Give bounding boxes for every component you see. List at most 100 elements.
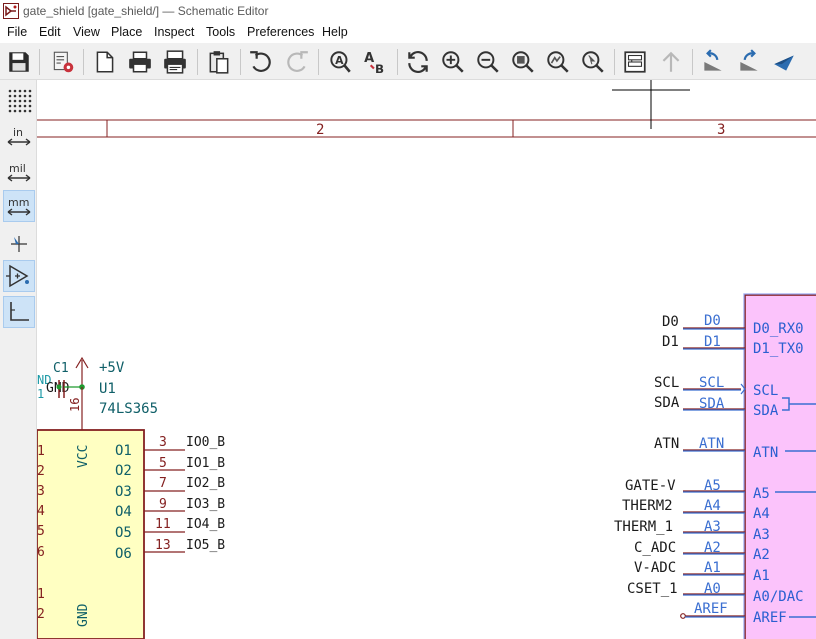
grid-toggle-button[interactable] bbox=[3, 84, 35, 116]
plot-button[interactable] bbox=[160, 47, 190, 77]
u1-output-net-label: IO5_B bbox=[186, 538, 225, 553]
zoom-in-button[interactable] bbox=[438, 47, 468, 77]
u1-output-pin-number: 3 bbox=[159, 435, 167, 450]
net-label: SDA bbox=[699, 396, 725, 412]
leave-sheet-button[interactable] bbox=[656, 47, 686, 77]
u1-left-pin-number: 6 bbox=[37, 545, 45, 560]
mirror-button[interactable] bbox=[769, 47, 799, 77]
units-mils-button[interactable]: mil bbox=[3, 156, 35, 188]
zoom-out-button[interactable] bbox=[473, 47, 503, 77]
menu-help[interactable]: Help bbox=[322, 25, 348, 39]
menu-file[interactable]: File bbox=[7, 25, 27, 39]
connector-pin-name: A1 bbox=[753, 568, 770, 584]
line-mode-button[interactable] bbox=[3, 296, 35, 328]
u1-output-pin-name: O3 bbox=[115, 484, 132, 500]
highlight-pins-button[interactable] bbox=[3, 260, 35, 292]
menu-bar: File Edit View Place Inspect Tools Prefe… bbox=[0, 23, 816, 43]
u1-left-pin-number: 2 bbox=[37, 607, 45, 622]
zoom-objects-button[interactable] bbox=[543, 47, 573, 77]
cursor-style-button[interactable] bbox=[3, 228, 35, 260]
svg-text:A: A bbox=[335, 54, 344, 67]
undo-icon bbox=[250, 51, 271, 72]
rotate-cw-button[interactable] bbox=[734, 47, 764, 77]
paste-icon bbox=[209, 51, 229, 74]
connector-pin-name: A4 bbox=[753, 506, 770, 522]
rotate-ccw-icon bbox=[704, 49, 722, 71]
connector-pin-name: SDA bbox=[753, 403, 779, 419]
partial-pin-text: 1 bbox=[37, 387, 44, 401]
menu-inspect[interactable]: Inspect bbox=[154, 25, 194, 39]
menu-edit[interactable]: Edit bbox=[39, 25, 61, 39]
refresh-button[interactable] bbox=[403, 47, 433, 77]
hierarchy-navigator-button[interactable] bbox=[620, 47, 650, 77]
net-label: A4 bbox=[704, 498, 721, 514]
net-label: A0 bbox=[704, 581, 721, 597]
u1-output-pin-number: 5 bbox=[159, 456, 167, 471]
ic-u1[interactable]: U1 74LS365 16 VCC GND 1 2 3 4 5 6 1 2 O1… bbox=[37, 381, 225, 639]
zoom-fit-button[interactable] bbox=[508, 47, 538, 77]
connector-pin-name: A2 bbox=[753, 547, 770, 563]
schematic-setup-button[interactable] bbox=[48, 47, 78, 77]
connector-pin-name: A0/DAC bbox=[753, 589, 804, 605]
u1-left-pin-number: 2 bbox=[37, 464, 45, 479]
refresh-icon bbox=[408, 51, 428, 73]
find-replace-icon: AB bbox=[364, 51, 384, 75]
save-button[interactable] bbox=[4, 47, 34, 77]
connector-pin-name: AREF bbox=[753, 610, 787, 626]
connector-pin-name: D1_TX0 bbox=[753, 341, 804, 357]
crosshair-cursor-icon bbox=[11, 236, 27, 252]
net-label: D1 bbox=[704, 334, 721, 350]
svg-text:A: A bbox=[364, 51, 374, 66]
find-button[interactable]: A bbox=[325, 47, 355, 77]
print-button[interactable] bbox=[125, 47, 155, 77]
leave-sheet-icon bbox=[662, 51, 680, 72]
u1-output-net-label: IO2_B bbox=[186, 476, 225, 491]
connector-pin-name: A5 bbox=[753, 486, 770, 502]
border-column-label: 3 bbox=[717, 122, 725, 138]
millimeters-icon: mm bbox=[7, 196, 31, 216]
net-signal-name: V-ADC bbox=[634, 560, 676, 576]
net-label: A2 bbox=[704, 540, 721, 556]
zoom-objects-icon bbox=[547, 51, 569, 73]
sheet-border: 2 3 bbox=[37, 119, 816, 138]
window-title: gate_shield [gate_shield/] — Schematic E… bbox=[23, 4, 269, 18]
schematic-canvas[interactable]: 2 3 ND 1 C1 GND +5V U1 7 bbox=[37, 80, 816, 639]
zoom-selection-button[interactable] bbox=[578, 47, 608, 77]
net-signal-name: D1 bbox=[662, 334, 679, 350]
net-signal-name: CSET_1 bbox=[627, 581, 678, 597]
u1-gnd-pin-name: GND bbox=[76, 603, 91, 627]
line-mode-icon bbox=[10, 302, 29, 321]
menu-view[interactable]: View bbox=[73, 25, 100, 39]
net-signal-name: THERM2 bbox=[622, 498, 673, 514]
left-toolbar: in mil mm bbox=[0, 80, 37, 639]
zoom-fit-icon bbox=[512, 51, 534, 73]
u1-output-net-label: IO1_B bbox=[186, 456, 225, 471]
undo-button[interactable] bbox=[246, 47, 276, 77]
u1-output-pin-name: O4 bbox=[115, 504, 132, 520]
connector-pin-name: SCL bbox=[753, 383, 778, 399]
menu-preferences[interactable]: Preferences bbox=[247, 25, 314, 39]
u1-output-pin-name: O1 bbox=[115, 443, 132, 459]
redo-button[interactable] bbox=[282, 47, 312, 77]
net-label: AREF bbox=[694, 601, 728, 617]
page-settings-icon bbox=[96, 51, 114, 73]
redo-icon bbox=[287, 51, 308, 72]
units-mm-button[interactable]: mm bbox=[3, 190, 35, 222]
crosshair-cursor bbox=[612, 80, 690, 129]
page-settings-button[interactable] bbox=[90, 47, 120, 77]
u1-output-net-label: IO3_B bbox=[186, 497, 225, 512]
main-toolbar: A AB bbox=[0, 43, 816, 80]
grid-icon bbox=[8, 89, 32, 113]
menu-place[interactable]: Place bbox=[111, 25, 142, 39]
find-replace-button[interactable]: AB bbox=[360, 47, 390, 77]
net-label: A3 bbox=[704, 519, 721, 535]
units-inches-button[interactable]: in bbox=[3, 120, 35, 152]
paste-button[interactable] bbox=[204, 47, 234, 77]
net-signal-name: SCL bbox=[654, 375, 679, 391]
net-signal-name: D0 bbox=[662, 314, 679, 330]
u1-vcc-pin-number: 16 bbox=[68, 398, 82, 412]
connector-pin-name: ATN bbox=[753, 445, 778, 461]
find-icon: A bbox=[330, 51, 351, 73]
rotate-ccw-button[interactable] bbox=[698, 47, 728, 77]
menu-tools[interactable]: Tools bbox=[206, 25, 235, 39]
